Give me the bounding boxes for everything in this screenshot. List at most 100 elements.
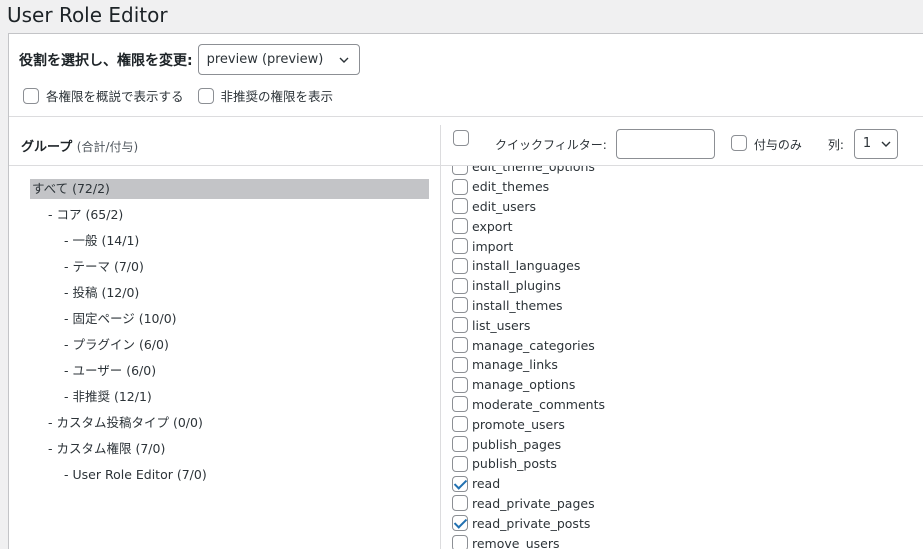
group-tree-item[interactable]: - User Role Editor (7/0) (30, 465, 430, 491)
capability-label: manage_links (472, 357, 558, 373)
capability-item: promote_users (452, 414, 605, 434)
capability-checkbox[interactable] (452, 238, 468, 255)
group-tree-item-label: すべて (72/2) (30, 179, 429, 199)
capability-checkbox[interactable] (452, 396, 468, 413)
role-select-value: preview (preview) (206, 52, 324, 67)
group-tree-item[interactable]: - コア (65/2) (30, 205, 430, 231)
capability-item: read_private_posts (452, 513, 605, 533)
divider (9, 116, 923, 117)
group-tree-item[interactable]: - カスタム権限 (7/0) (30, 439, 430, 465)
capability-label: publish_pages (472, 436, 562, 452)
group-tree-item[interactable]: - プラグイン (6/0) (30, 335, 430, 361)
group-tree-item-label: - プラグイン (6/0) (64, 337, 169, 352)
group-tree-item[interactable]: - 固定ページ (10/0) (30, 309, 430, 335)
group-tree-item[interactable]: - 一般 (14/1) (30, 231, 430, 257)
capability-checkbox[interactable] (452, 475, 468, 492)
capability-checkbox[interactable] (452, 218, 468, 235)
group-tree-item[interactable]: - ユーザー (6/0) (30, 361, 430, 387)
group-tree-item[interactable]: - カスタム投稿タイプ (0/0) (30, 413, 430, 439)
quick-filter-input[interactable] (615, 129, 715, 159)
capability-item: export (452, 216, 605, 236)
capability-checkbox[interactable] (452, 535, 468, 549)
capability-checkbox[interactable] (452, 337, 468, 354)
capability-label: edit_theme_options (472, 166, 595, 175)
select-all-checkbox[interactable] (453, 130, 469, 146)
capability-item: remove_users (452, 533, 605, 549)
show-deprecated-checkbox[interactable] (197, 87, 214, 104)
group-tree-item-label: - カスタム投稿タイプ (0/0) (48, 415, 203, 430)
columns-select[interactable]: 1 (853, 129, 898, 159)
capability-label: edit_users (472, 198, 537, 214)
capability-label: import (472, 238, 514, 254)
capability-label: edit_themes (472, 179, 550, 195)
group-tree: すべて (72/2) - コア (65/2) - 一般 (14/1) - テーマ (7… (30, 179, 430, 491)
capability-label: publish_posts (472, 456, 557, 472)
show-human-readable-checkbox[interactable] (23, 87, 39, 104)
role-select-label: 役割を選択し、権限を変更: (19, 52, 193, 69)
role-editor-panel: 役割を選択し、権限を変更: preview (preview) 各権限を概説で表… (8, 33, 923, 549)
capability-checkbox[interactable] (452, 257, 468, 274)
group-tree-item[interactable]: すべて (72/2) (30, 179, 430, 205)
group-tree-item-label: - 固定ページ (10/0) (64, 311, 177, 326)
capability-checkbox[interactable] (452, 356, 468, 373)
show-deprecated-label: 非推奨の権限を表示 (220, 89, 334, 104)
capability-checkbox[interactable] (452, 416, 468, 433)
capability-label: export (472, 218, 513, 234)
capability-item: install_plugins (452, 276, 605, 296)
capability-label: moderate_comments (472, 396, 605, 412)
capability-label: list_users (472, 317, 531, 333)
column-divider (440, 125, 441, 549)
capability-item: publish_posts (452, 454, 605, 474)
capability-item: manage_options (452, 375, 605, 395)
group-tree-item-label: - User Role Editor (7/0) (64, 467, 207, 482)
columns-select-value: 1 (862, 136, 872, 151)
capability-item: publish_pages (452, 434, 605, 454)
capability-label: read_private_posts (472, 515, 591, 531)
capability-item: import (452, 236, 605, 256)
role-select-row: 役割を選択し、権限を変更: preview (preview) (19, 44, 360, 75)
capability-checkbox[interactable] (452, 317, 468, 334)
role-select[interactable]: preview (preview) (197, 44, 360, 75)
group-tree-item[interactable]: - 非推奨 (12/1) (30, 387, 430, 413)
capability-checkbox[interactable] (452, 376, 468, 393)
capability-label: install_themes (472, 297, 563, 313)
capability-label: remove_users (472, 535, 560, 549)
capability-checkbox[interactable] (452, 455, 468, 472)
group-tree-item-label: - ユーザー (6/0) (64, 363, 157, 378)
capability-checkbox[interactable] (452, 277, 468, 294)
capability-checkbox[interactable] (452, 297, 468, 314)
capability-checkbox[interactable] (452, 178, 468, 195)
capability-list: edit_theme_options edit_themes edit_userse… (452, 166, 923, 549)
capability-label: install_languages (472, 258, 581, 274)
capability-item: manage_categories (452, 335, 605, 355)
group-tree-item-label: - カスタム権限 (7/0) (48, 441, 166, 456)
capability-checkbox[interactable] (452, 495, 468, 512)
groups-heading: グループ (合計/付与) (21, 136, 138, 155)
capability-item: read (452, 474, 605, 494)
chevron-down-icon (339, 57, 349, 63)
group-tree-item-label: - テーマ (7/0) (64, 259, 144, 274)
group-tree-item-label: - 一般 (14/1) (64, 233, 140, 248)
quick-filter-label: クイックフィルター: (495, 137, 607, 152)
groups-heading-text: グループ (21, 140, 73, 155)
show-human-readable-label: 各権限を概説で表示する (46, 89, 184, 104)
capability-item: read_private_pages (452, 494, 605, 514)
capability-filter-bar: クイックフィルター: 付与のみ 列: 1 (453, 129, 898, 159)
capability-label: install_plugins (472, 278, 561, 294)
granted-only-checkbox[interactable] (730, 134, 747, 151)
group-tree-item[interactable]: - テーマ (7/0) (30, 257, 430, 283)
capability-item: list_users (452, 315, 605, 335)
group-tree-item-label: - コア (65/2) (48, 207, 124, 222)
capability-label: manage_options (472, 377, 576, 393)
capability-item: edit_theme_options (452, 166, 605, 177)
group-tree-item-label: - 投稿 (12/0) (64, 285, 140, 300)
group-tree-item[interactable]: - 投稿 (12/0) (30, 283, 430, 309)
capability-checkbox[interactable] (452, 166, 468, 175)
capability-item: manage_links (452, 355, 605, 375)
capability-checkbox[interactable] (452, 515, 468, 532)
capability-checkbox[interactable] (452, 436, 468, 453)
capability-checkbox[interactable] (452, 198, 468, 215)
chevron-down-icon (881, 141, 891, 147)
group-tree-item-label: - 非推奨 (12/1) (64, 389, 152, 404)
capability-label: read_private_pages (472, 495, 595, 511)
